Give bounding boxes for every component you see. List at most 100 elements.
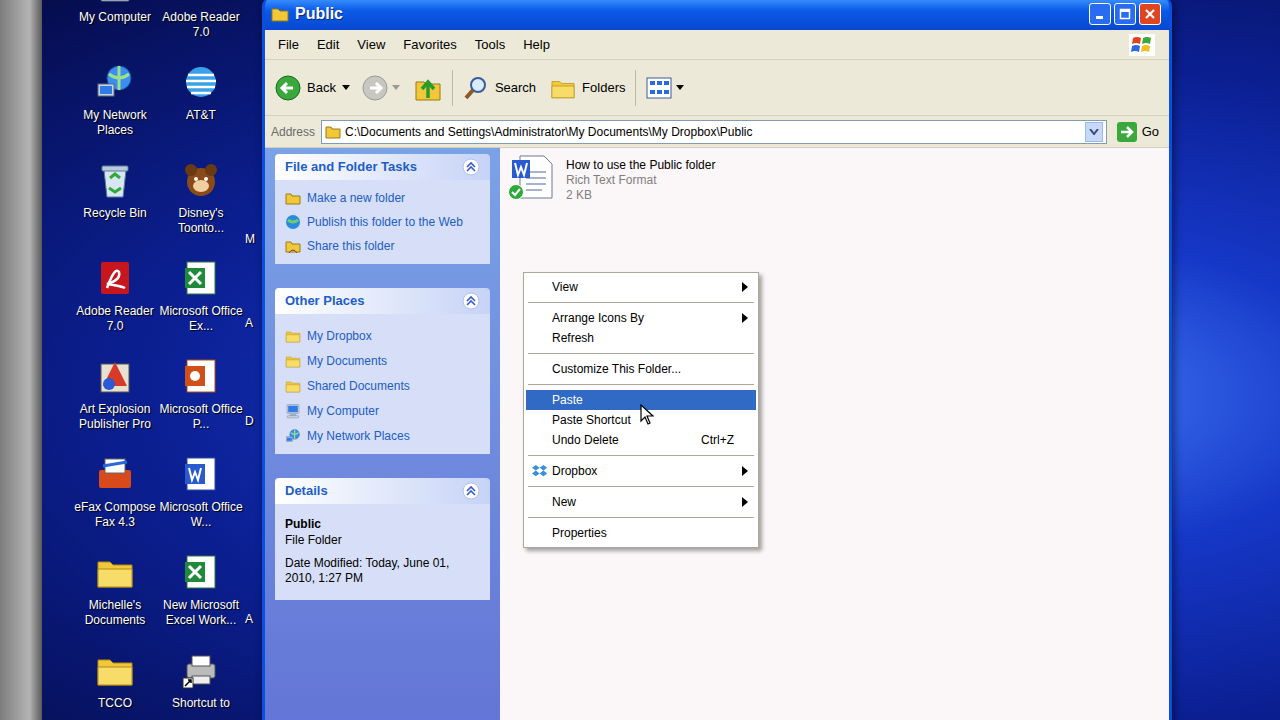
desktop-icon-label[interactable]: Michelle's Documents	[72, 598, 158, 628]
address-dropdown[interactable]	[1085, 122, 1103, 142]
desktop-icon-label[interactable]: Microsoft Office Ex...	[158, 304, 244, 334]
search-button[interactable]: Search	[463, 75, 536, 101]
desktop-icon[interactable]: Microsoft Office W...	[158, 434, 244, 530]
desktop-icon[interactable]: New Microsoft Excel Work...	[158, 532, 244, 628]
menu-item-label[interactable]: View	[552, 278, 742, 296]
task-link[interactable]: My Documents	[285, 353, 480, 369]
desktop-icon-label[interactable]: Microsoft Office P...	[158, 402, 244, 432]
desktop-icon[interactable]: Disney's Toonto...	[158, 140, 244, 236]
desktop-icon-label[interactable]: Disney's Toonto...	[158, 206, 244, 236]
title-bar[interactable]: Public	[265, 0, 1169, 30]
task-pane-header[interactable]: Details	[275, 478, 490, 504]
maximize-button[interactable]	[1114, 3, 1136, 25]
forward-button[interactable]	[362, 75, 400, 101]
menu-item-label[interactable]: Properties	[552, 524, 748, 542]
desktop-icon-label[interactable]: Microsoft Office W...	[158, 500, 244, 530]
folders-button[interactable]: Folders	[550, 75, 625, 101]
task-link-label[interactable]: Shared Documents	[307, 378, 410, 394]
desktop-icon-label[interactable]: Recycle Bin	[83, 206, 146, 221]
task-pane-title[interactable]: Other Places	[285, 291, 365, 311]
task-link-label[interactable]: My Documents	[307, 353, 387, 369]
task-link-label[interactable]: My Network Places	[307, 428, 410, 444]
task-link-label[interactable]: My Computer	[307, 403, 379, 419]
desktop-icon[interactable]: Microsoft Office P...	[158, 336, 244, 432]
desktop-icon[interactable]: Shortcut to	[158, 630, 244, 711]
address-path[interactable]: C:\Documents and Settings\Administrator\…	[345, 123, 1081, 141]
desktop-icon[interactable]: TCCO	[72, 630, 158, 711]
menu-item[interactable]: Tools	[466, 35, 514, 55]
menu-item-label[interactable]: Arrange Icons By	[552, 309, 742, 327]
task-link[interactable]: My Computer	[285, 403, 480, 419]
close-button[interactable]	[1139, 3, 1161, 25]
views-button[interactable]	[646, 76, 684, 100]
task-pane-header[interactable]: Other Places	[275, 288, 490, 314]
desktop-icon[interactable]: My Network Places	[72, 42, 158, 138]
menu-item[interactable]: Edit	[308, 35, 348, 55]
back-label[interactable]: Back	[307, 78, 336, 98]
task-link[interactable]: Publish this folder to the Web	[285, 214, 480, 230]
desktop-icon-label[interactable]: My Network Places	[72, 108, 158, 138]
address-field[interactable]: C:\Documents and Settings\Administrator\…	[321, 120, 1107, 144]
context-menu-item[interactable]: Dropbox	[526, 461, 756, 481]
desktop-icon[interactable]: Adobe Reader 7.0	[72, 238, 158, 334]
folders-label[interactable]: Folders	[582, 78, 625, 98]
menu-item-label[interactable]: Customize This Folder...	[552, 360, 748, 378]
context-menu-item[interactable]: Undo DeleteCtrl+Z	[526, 430, 756, 450]
context-menu-item[interactable]: Refresh	[526, 328, 756, 348]
menu-item[interactable]: View	[348, 35, 394, 55]
menu-item-label[interactable]: Undo Delete	[552, 431, 689, 449]
minimize-button[interactable]	[1089, 3, 1111, 25]
desktop-icon-label[interactable]: New Microsoft Excel Work...	[158, 598, 244, 628]
desktop-icon[interactable]: eFax Compose Fax 4.3	[72, 434, 158, 530]
menu-item[interactable]: Help	[514, 35, 559, 55]
task-link[interactable]: My Dropbox	[285, 328, 480, 344]
context-menu-item[interactable]: New	[526, 492, 756, 512]
desktop-icon-label[interactable]: D	[245, 414, 254, 429]
task-link[interactable]: Shared Documents	[285, 378, 480, 394]
desktop-icon-label[interactable]: My Computer	[79, 10, 151, 25]
task-link[interactable]: My Network Places	[285, 428, 480, 444]
desktop-icon-label[interactable]: eFax Compose Fax 4.3	[72, 500, 158, 530]
desktop-icon-label[interactable]: A	[245, 316, 253, 331]
desktop-icon[interactable]: Michelle's Documents	[72, 532, 158, 628]
menu-item-label[interactable]: Paste	[552, 391, 748, 409]
menu-item[interactable]: Favorites	[394, 35, 465, 55]
desktop-icon-label[interactable]: Adobe Reader 7.0	[158, 10, 244, 40]
back-button[interactable]: Back	[273, 75, 352, 101]
desktop-icon[interactable]: Microsoft Office Ex...	[158, 238, 244, 334]
task-pane-title[interactable]: Details	[285, 481, 328, 501]
desktop-icon[interactable]: Recycle Bin	[72, 140, 158, 221]
desktop-icon[interactable]: Adobe Reader 7.0	[158, 0, 244, 40]
desktop-icon-label[interactable]: Art Explosion Publisher Pro	[72, 402, 158, 432]
collapse-chevron-icon[interactable]	[462, 482, 480, 500]
task-link-label[interactable]: Publish this folder to the Web	[307, 214, 463, 230]
task-link[interactable]: Share this folder	[285, 238, 480, 254]
go-label[interactable]: Go	[1142, 122, 1159, 142]
task-link-label[interactable]: Share this folder	[307, 238, 394, 254]
task-link-label[interactable]: My Dropbox	[307, 328, 372, 344]
task-link[interactable]: Make a new folder	[285, 190, 480, 206]
context-menu-item[interactable]: Customize This Folder...	[526, 359, 756, 379]
menu-item-label[interactable]: Refresh	[552, 329, 748, 347]
desktop-icon-label[interactable]: Adobe Reader 7.0	[72, 304, 158, 334]
menu-item[interactable]: File	[269, 35, 308, 55]
menu-item-label[interactable]: New	[552, 493, 742, 511]
file-item[interactable]: How to use the Public folderRich Text Fo…	[508, 152, 1169, 203]
task-pane-header[interactable]: File and Folder Tasks	[275, 154, 490, 180]
collapse-chevron-icon[interactable]	[462, 158, 480, 176]
task-link-label[interactable]: Make a new folder	[307, 190, 405, 206]
desktop-icon-label[interactable]: Shortcut to	[172, 696, 230, 711]
go-button[interactable]: Go	[1113, 122, 1163, 142]
desktop-icon-label[interactable]: A	[245, 612, 253, 627]
collapse-chevron-icon[interactable]	[462, 292, 480, 310]
search-label[interactable]: Search	[495, 78, 536, 98]
menu-item-label[interactable]: Dropbox	[552, 462, 742, 480]
desktop-icon-label[interactable]: TCCO	[98, 696, 132, 711]
task-pane-title[interactable]: File and Folder Tasks	[285, 157, 417, 177]
desktop-icon-label[interactable]: M	[245, 232, 255, 247]
desktop-icon[interactable]: AT&T	[158, 42, 244, 123]
context-menu-item[interactable]: View	[526, 277, 756, 297]
desktop-icon[interactable]: My Computer	[72, 0, 158, 25]
context-menu-item[interactable]: Properties	[526, 523, 756, 543]
context-menu-item[interactable]: Arrange Icons By	[526, 308, 756, 328]
